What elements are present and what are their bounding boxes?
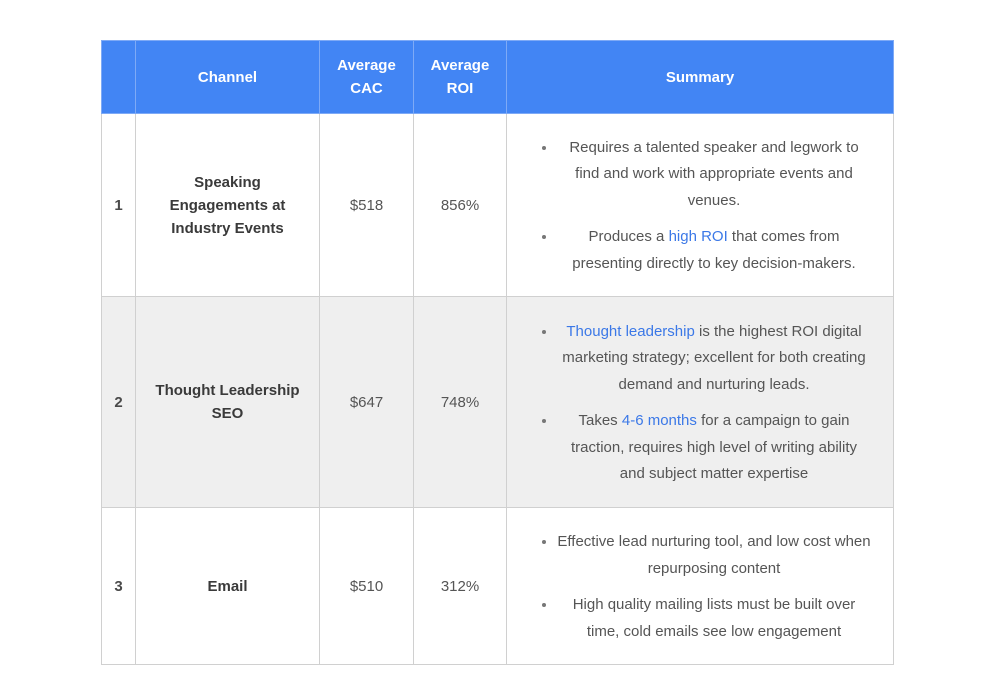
- summary-bullet: Takes 4-6 months for a campaign to gain …: [557, 408, 871, 488]
- row-channel: Speaking Engagements at Industry Events: [135, 113, 320, 297]
- table-row: 2 Thought Leadership SEO $647 748% Thoug…: [101, 296, 894, 508]
- row-roi: 748%: [413, 296, 507, 508]
- bullet-text: Requires a talented speaker and legwork …: [569, 138, 859, 209]
- row-rank: 3: [101, 507, 136, 665]
- row-rank: 2: [101, 296, 136, 508]
- row-cac: $510: [319, 507, 414, 665]
- row-summary: Effective lead nurturing tool, and low c…: [506, 507, 894, 665]
- header-rank: [101, 40, 136, 114]
- comparison-table-container: Channel Average CAC Average ROI Summary …: [101, 40, 894, 665]
- table-header-row: Channel Average CAC Average ROI Summary: [101, 40, 894, 114]
- summary-bullet: Effective lead nurturing tool, and low c…: [557, 529, 871, 582]
- table-row: 3 Email $510 312% Effective lead nurturi…: [101, 507, 894, 665]
- summary-bullet: Requires a talented speaker and legwork …: [557, 135, 871, 215]
- bullet-text: Effective lead nurturing tool, and low c…: [557, 533, 871, 577]
- thought-leadership-link[interactable]: Thought leadership: [566, 323, 694, 340]
- row-roi: 856%: [413, 113, 507, 297]
- row-channel: Thought Leadership SEO: [135, 296, 320, 508]
- row-summary: Requires a talented speaker and legwork …: [506, 113, 894, 297]
- summary-bullet: Produces a high ROI that comes from pres…: [557, 224, 871, 277]
- row-channel: Email: [135, 507, 320, 665]
- header-cac-line2: CAC: [350, 80, 383, 97]
- four-six-months-link[interactable]: 4-6 months: [622, 412, 697, 429]
- row-cac: $647: [319, 296, 414, 508]
- header-channel: Channel: [135, 40, 320, 114]
- bullet-text: Produces a: [588, 228, 669, 246]
- summary-list: Effective lead nurturing tool, and low c…: [529, 529, 871, 645]
- summary-bullet: Thought leadership is the highest ROI di…: [557, 319, 871, 399]
- summary-bullet: High quality mailing lists must be built…: [557, 592, 871, 645]
- row-cac: $518: [319, 113, 414, 297]
- header-roi-line1: Average: [430, 57, 490, 74]
- high-roi-link[interactable]: high ROI: [669, 228, 728, 245]
- channel-comparison-table: Channel Average CAC Average ROI Summary …: [101, 40, 894, 665]
- row-roi: 312%: [413, 507, 507, 665]
- header-average-roi: Average ROI: [413, 40, 507, 114]
- header-roi-line2: ROI: [446, 80, 474, 97]
- bullet-text: High quality mailing lists must be built…: [572, 596, 856, 640]
- header-summary: Summary: [506, 40, 894, 114]
- summary-list: Thought leadership is the highest ROI di…: [529, 319, 871, 488]
- bullet-text: Takes: [578, 412, 622, 429]
- header-cac-line1: Average: [337, 57, 396, 74]
- header-average-cac: Average CAC: [319, 40, 414, 114]
- row-summary: Thought leadership is the highest ROI di…: [506, 296, 894, 508]
- summary-list: Requires a talented speaker and legwork …: [529, 135, 871, 278]
- row-rank: 1: [101, 113, 136, 297]
- table-row: 1 Speaking Engagements at Industry Event…: [101, 113, 894, 297]
